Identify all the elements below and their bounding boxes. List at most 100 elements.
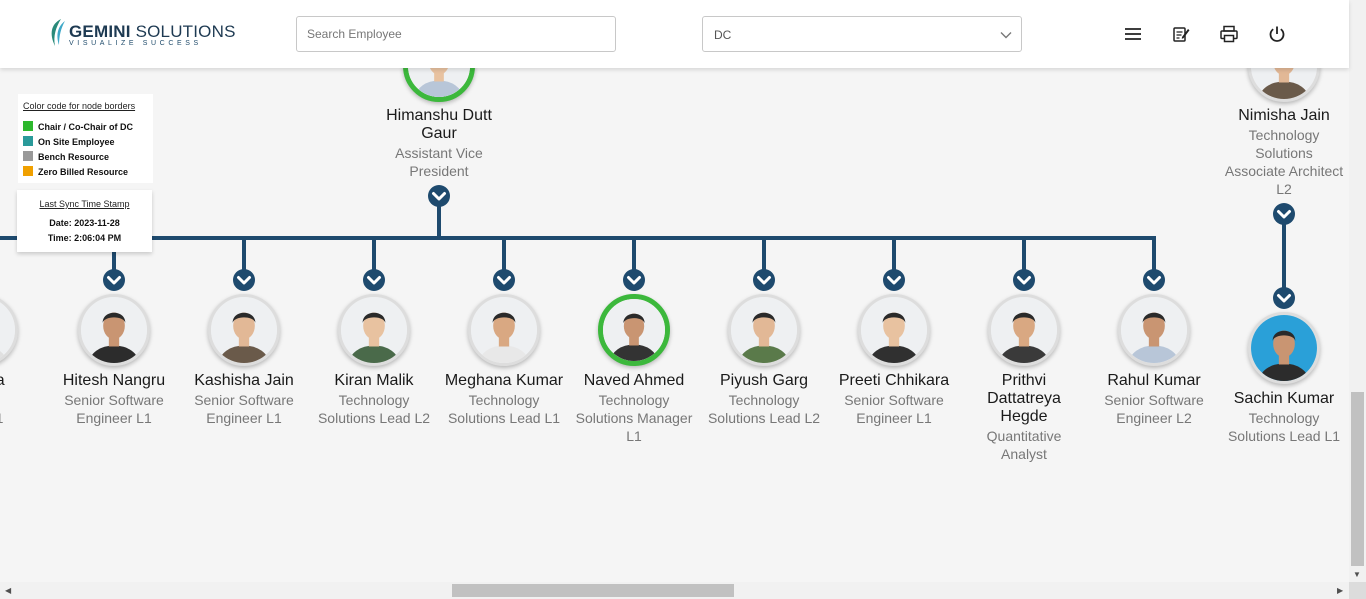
employee-name[interactable]: Himanshu Dutt bbox=[374, 107, 504, 125]
expand-chevron-icon[interactable] bbox=[882, 268, 906, 292]
employee-avatar[interactable] bbox=[78, 294, 150, 366]
scrollbar-corner bbox=[1349, 582, 1366, 599]
employee-designation: ogy bbox=[0, 391, 45, 409]
employee-avatar[interactable] bbox=[208, 294, 280, 366]
employee-name[interactable]: Rahul Kumar bbox=[1091, 372, 1217, 390]
power-icon[interactable] bbox=[1267, 24, 1287, 44]
employee-designation: Engineer L1 bbox=[76, 410, 152, 426]
employee-name[interactable]: Nimisha Jain bbox=[1219, 107, 1349, 125]
employee-designation: Technology bbox=[338, 392, 410, 408]
org-chart-canvas: Himanshu Dutt Gaur Assistant Vice President… bbox=[0, 0, 1349, 582]
legend-swatch bbox=[23, 136, 33, 146]
employee-designation: Technology bbox=[598, 392, 670, 408]
employee-avatar[interactable] bbox=[858, 294, 930, 366]
horizontal-scroll-thumb[interactable] bbox=[452, 584, 734, 597]
employee-name[interactable]: Prithvi bbox=[961, 372, 1087, 390]
expand-chevron-icon[interactable] bbox=[427, 184, 451, 208]
employee-name[interactable]: Hegde bbox=[961, 408, 1087, 426]
search-employee-input[interactable] bbox=[296, 16, 616, 52]
employee-avatar[interactable] bbox=[1248, 312, 1320, 384]
employee-designation: Senior Software bbox=[64, 392, 164, 408]
legend-swatch bbox=[23, 151, 33, 161]
employee-designation: President bbox=[409, 163, 469, 179]
employee-name[interactable]: harma bbox=[0, 372, 45, 390]
logo-tagline: VISUALIZE SUCCESS bbox=[69, 40, 202, 47]
employee-designation: Solutions Lead L2 bbox=[707, 410, 821, 426]
employee-avatar[interactable] bbox=[468, 294, 540, 366]
expand-chevron-icon[interactable] bbox=[492, 268, 516, 292]
employee-name[interactable]: Kiran Malik bbox=[311, 372, 437, 390]
employee-designation: Engineer L1 bbox=[206, 410, 282, 426]
scroll-down-arrow-icon[interactable]: ▼ bbox=[1353, 570, 1361, 580]
employee-name[interactable]: Preeti Chhikara bbox=[831, 372, 957, 390]
employee-designation: Technology bbox=[468, 392, 540, 408]
edit-note-icon[interactable] bbox=[1171, 24, 1191, 44]
employee-avatar[interactable] bbox=[338, 294, 410, 366]
employee-designation: Associate Architect bbox=[1224, 163, 1344, 179]
chevron-down-icon bbox=[1000, 32, 1012, 39]
expand-chevron-icon[interactable] bbox=[1272, 286, 1296, 310]
employee-name[interactable]: Meghana Kumar bbox=[441, 372, 567, 390]
department-select-value: DC bbox=[714, 28, 732, 42]
employee-designation: Senior Software bbox=[194, 392, 294, 408]
employee-designation: Solutions Lead L1 bbox=[447, 410, 561, 426]
employee-name[interactable]: Naved Ahmed bbox=[571, 372, 697, 390]
scroll-left-arrow-icon[interactable]: ◀ bbox=[5, 586, 11, 596]
print-icon[interactable] bbox=[1219, 24, 1239, 44]
employee-designation: Technology bbox=[728, 392, 800, 408]
employee-avatar[interactable] bbox=[1118, 294, 1190, 366]
menu-icon[interactable] bbox=[1123, 24, 1143, 44]
employee-designation: L2 bbox=[1276, 181, 1292, 197]
employee-avatar[interactable] bbox=[598, 294, 670, 366]
department-select[interactable]: DC bbox=[702, 16, 1022, 52]
expand-chevron-icon[interactable] bbox=[1012, 268, 1036, 292]
expand-chevron-icon[interactable] bbox=[622, 268, 646, 292]
legend-title: Color code for node borders bbox=[23, 101, 136, 111]
employee-name[interactable]: Kashisha Jain bbox=[181, 372, 307, 390]
sync-time: Time: 2:06:04 PM bbox=[47, 233, 122, 243]
horizontal-scrollbar[interactable]: ◀ ▶ bbox=[0, 582, 1349, 599]
employee-designation: Engineer L1 bbox=[856, 410, 932, 426]
vertical-scrollbar[interactable]: ▼ bbox=[1349, 0, 1366, 582]
employee-designation: Engineer L2 bbox=[1116, 410, 1192, 426]
legend-item-zero-billed: Zero Billed Resource bbox=[23, 166, 128, 177]
legend-item-bench: Bench Resource bbox=[23, 151, 109, 162]
expand-chevron-icon[interactable] bbox=[102, 268, 126, 292]
sync-title: Last Sync Time Stamp bbox=[39, 199, 130, 209]
expand-chevron-icon[interactable] bbox=[1142, 268, 1166, 292]
employee-designation: Solutions Lead L2 bbox=[317, 410, 431, 426]
employee-name[interactable]: Gaur bbox=[374, 125, 504, 143]
expand-chevron-icon[interactable] bbox=[232, 268, 256, 292]
vertical-scroll-thumb[interactable] bbox=[1351, 392, 1364, 566]
company-logo[interactable]: GEMINI SOLUTIONS VISUALIZE SUCCESS bbox=[47, 18, 235, 50]
employee-designation: Senior Software bbox=[844, 392, 944, 408]
employee-designation: Analyst bbox=[1001, 446, 1047, 462]
employee-designation: Assistant Vice bbox=[395, 145, 483, 161]
logo-leaf-icon bbox=[51, 19, 65, 46]
employee-name[interactable]: Dattatreya bbox=[961, 390, 1087, 408]
logo-name: GEMINI SOLUTIONS bbox=[69, 22, 236, 41]
legend-swatch bbox=[23, 121, 33, 131]
employee-designation: Technology bbox=[1248, 410, 1320, 426]
employee-name[interactable]: Hitesh Nangru bbox=[51, 372, 177, 390]
employee-designation: Senior Software bbox=[1104, 392, 1204, 408]
expand-chevron-icon[interactable] bbox=[1272, 202, 1296, 226]
last-sync-panel: Last Sync Time Stamp Date: 2023-11-28 Ti… bbox=[17, 190, 152, 252]
employee-designation: Technology bbox=[1248, 127, 1320, 143]
expand-chevron-icon[interactable] bbox=[362, 268, 386, 292]
employee-designation: ead L1 bbox=[0, 409, 45, 427]
employee-designation: Solutions Lead L1 bbox=[1227, 428, 1341, 444]
top-header: GEMINI SOLUTIONS VISUALIZE SUCCESS DC bbox=[0, 0, 1349, 68]
legend-swatch bbox=[23, 166, 33, 176]
legend-item-chair: Chair / Co-Chair of DC bbox=[23, 121, 133, 132]
border-color-legend: Color code for node borders Chair / Co-C… bbox=[18, 94, 153, 183]
employee-designation: Solutions Manager bbox=[575, 410, 693, 426]
employee-name[interactable]: Sachin Kumar bbox=[1221, 390, 1347, 408]
employee-designation: Solutions bbox=[1255, 145, 1313, 161]
employee-avatar[interactable] bbox=[728, 294, 800, 366]
expand-chevron-icon[interactable] bbox=[752, 268, 776, 292]
legend-item-onsite: On Site Employee bbox=[23, 136, 115, 147]
scroll-right-arrow-icon[interactable]: ▶ bbox=[1337, 586, 1343, 596]
employee-name[interactable]: Piyush Garg bbox=[701, 372, 827, 390]
employee-avatar[interactable] bbox=[988, 294, 1060, 366]
